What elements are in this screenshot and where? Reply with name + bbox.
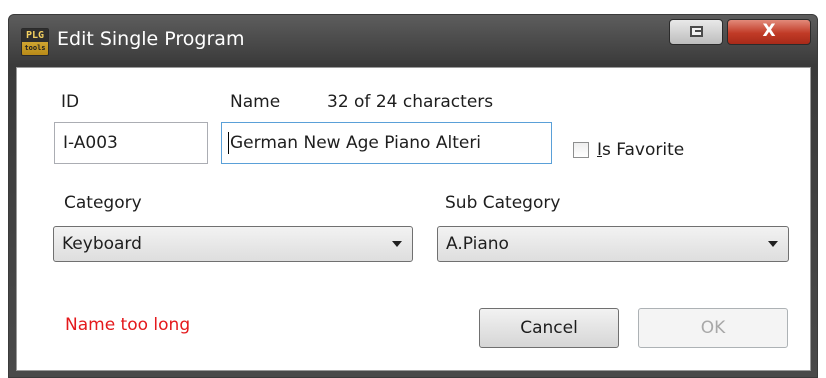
name-character-count: 32 of 24 characters <box>327 92 494 112</box>
restore-icon <box>690 26 703 37</box>
close-icon: X <box>762 21 776 41</box>
edit-program-dialog: PLG tools Edit Single Program X ID Name … <box>8 14 818 378</box>
subcategory-dropdown[interactable]: A.Piano <box>437 226 789 262</box>
id-field[interactable]: I-A003 <box>54 122 208 164</box>
dialog-content: ID Name 32 of 24 characters I-A003 Germa… <box>16 67 811 371</box>
favorite-label[interactable]: Is Favorite <box>597 140 684 160</box>
app-icon-bottom-text: tools <box>24 44 46 52</box>
id-field-value: I-A003 <box>63 133 118 153</box>
name-field-value: German New Age Piano Alteri <box>230 133 482 153</box>
desktop-background-left <box>0 14 8 378</box>
name-label: Name <box>230 92 281 112</box>
cancel-button[interactable]: Cancel <box>479 308 619 348</box>
favorite-checkbox[interactable] <box>573 142 589 158</box>
desktop-background <box>0 0 826 14</box>
name-field[interactable]: German New Age Piano Alteri <box>221 122 552 164</box>
chevron-down-icon <box>768 241 778 247</box>
app-icon-top-text: PLG <box>22 29 48 42</box>
subcategory-selected-value: A.Piano <box>446 234 509 254</box>
favorite-label-text: s Favorite <box>602 140 685 160</box>
title-bar[interactable]: PLG tools Edit Single Program X <box>9 15 817 67</box>
desktop-background-right <box>818 14 826 378</box>
close-button[interactable]: X <box>727 19 811 45</box>
app-icon[interactable]: PLG tools <box>21 28 49 56</box>
text-caret <box>228 132 229 154</box>
subcategory-label: Sub Category <box>445 193 561 213</box>
chevron-down-icon <box>392 241 402 247</box>
ok-button[interactable]: OK <box>638 308 788 348</box>
category-selected-value: Keyboard <box>62 234 142 254</box>
restore-button[interactable] <box>669 19 723 45</box>
id-label: ID <box>61 92 80 112</box>
validation-error-message: Name too long <box>65 315 191 335</box>
window-title: Edit Single Program <box>57 28 245 50</box>
category-label: Category <box>64 193 142 213</box>
category-dropdown[interactable]: Keyboard <box>53 226 413 262</box>
